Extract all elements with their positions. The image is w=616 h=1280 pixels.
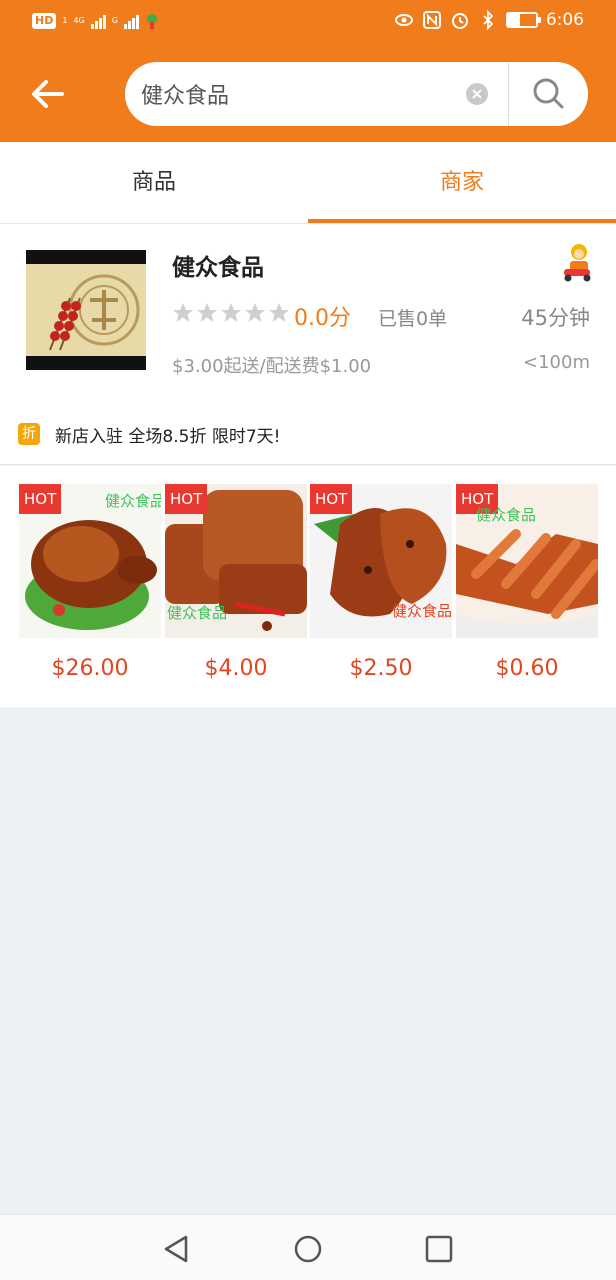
rating-score: 0.0分 [294, 306, 351, 331]
watermark: 健众食品 [392, 602, 452, 620]
search-icon [533, 78, 564, 109]
navigation-bar [0, 1214, 616, 1280]
sim-label: 1 [62, 16, 68, 25]
clear-icon [472, 89, 482, 99]
star-icon [197, 303, 217, 322]
product-item[interactable]: HOT 健众食品 $2.50 [310, 484, 452, 684]
hot-badge: HOT [310, 484, 353, 514]
product-price: $26.00 [51, 656, 129, 681]
shop-logo-image [26, 250, 146, 370]
sold-count: 已售0单 [378, 308, 448, 330]
clock: 6:06 [545, 10, 584, 30]
watermark: 健众食品 [476, 506, 537, 524]
product-image: HOT 健众食品 [456, 484, 598, 638]
delivery-fee: $3.00起送/配送费$1.00 [172, 356, 372, 377]
distance: <100m [523, 352, 590, 373]
courier-icon [564, 244, 591, 282]
back-button[interactable] [24, 70, 72, 118]
product-image: HOT 健众食品 [310, 484, 452, 638]
product-price: $4.00 [204, 656, 268, 681]
tab-bar: 商品 商家 [0, 142, 616, 224]
battery-icon [505, 12, 541, 28]
alarm-icon [451, 13, 468, 29]
product-list: HOT 健众食品 $26.00 HOT 健众食品 $4.00 HOT 健众食品 … [0, 466, 616, 707]
network-label: 4G [73, 16, 85, 25]
product-item[interactable]: HOT 健众食品 $0.60 [456, 484, 598, 684]
clear-button[interactable] [466, 83, 488, 105]
product-price: $0.60 [495, 656, 559, 681]
search-input[interactable] [141, 62, 451, 126]
shop-name: 健众食品 [172, 255, 264, 281]
tab-merchants[interactable]: 商家 [308, 142, 616, 224]
watermark: 健众食品 [105, 492, 161, 510]
star-icon [173, 303, 193, 322]
status-right: 6:06 [394, 10, 584, 30]
back-nav-icon[interactable] [156, 1229, 196, 1269]
status-bar: HD 1 4G G 6:06 [0, 0, 616, 46]
promo-text: 新店入驻 全场8.5折 限时7天! [55, 427, 281, 447]
star-icon [245, 303, 265, 322]
signal-icon [90, 13, 106, 29]
search-button[interactable] [509, 62, 588, 126]
shop-card[interactable]: 健众食品 0.0分 已售0单 45分钟 $3.00起送/配送费$1.00 <10… [0, 224, 616, 465]
product-image: HOT 健众食品 [165, 484, 307, 638]
search-header [0, 46, 616, 142]
product-price: $2.50 [349, 656, 413, 681]
tab-indicator [308, 219, 616, 223]
discount-badge: 折 [18, 423, 40, 445]
recents-nav-icon[interactable] [419, 1229, 459, 1269]
status-left: HD 1 4G G [32, 12, 159, 30]
network2-label: G [111, 16, 118, 25]
hot-badge: HOT [165, 484, 208, 514]
hd-icon: HD [32, 13, 57, 29]
nfc-icon [422, 11, 441, 29]
battery-fill [507, 14, 521, 26]
rating-stars [172, 302, 290, 324]
product-item[interactable]: HOT 健众食品 $26.00 [19, 484, 161, 684]
star-icon [221, 303, 241, 322]
search-box [125, 62, 588, 126]
hot-badge: HOT [19, 484, 62, 514]
product-image: HOT 健众食品 [19, 484, 161, 638]
delivery-time: 45分钟 [521, 306, 590, 330]
tab-products[interactable]: 商品 [0, 142, 308, 224]
star-icon [269, 303, 289, 322]
app-notification-icon [146, 14, 157, 29]
eye-icon [394, 14, 413, 26]
home-nav-icon[interactable] [288, 1229, 328, 1269]
product-item[interactable]: HOT 健众食品 $4.00 [165, 484, 307, 684]
back-arrow-icon [32, 80, 64, 108]
bluetooth-icon [483, 10, 494, 30]
shop-logo [26, 250, 146, 370]
watermark: 健众食品 [167, 604, 228, 622]
signal2-icon [123, 13, 139, 29]
